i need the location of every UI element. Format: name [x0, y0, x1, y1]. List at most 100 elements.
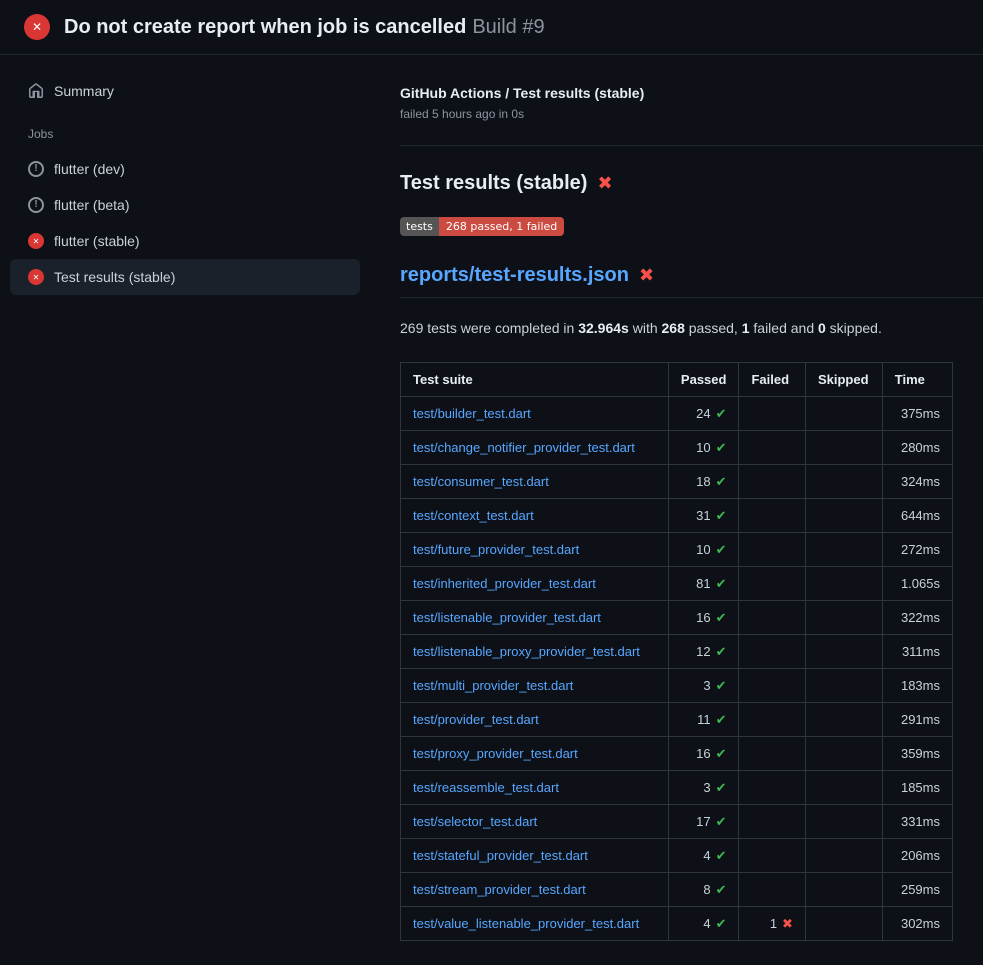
passed-cell: 31 ✔ [668, 499, 739, 533]
passed-count: 10 [696, 440, 710, 455]
passed-check-icon: ✔ [716, 848, 727, 863]
suite-link[interactable]: test/listenable_provider_test.dart [413, 610, 601, 625]
passed-count: 24 [696, 406, 710, 421]
section-title: Test results (stable) [400, 172, 587, 195]
suite-link[interactable]: test/stream_provider_test.dart [413, 882, 586, 897]
skipped-cell [805, 465, 882, 499]
passed-check-icon: ✔ [716, 882, 727, 897]
alert-circle-icon: ! [28, 161, 44, 177]
table-row: test/change_notifier_provider_test.dart … [401, 431, 953, 465]
table-row: test/context_test.dart 31✔ 644ms [401, 499, 953, 533]
time-cell: 259ms [882, 873, 952, 907]
suite-link[interactable]: test/listenable_proxy_provider_test.dart [413, 644, 640, 659]
sidebar-item-summary[interactable]: Summary [10, 73, 360, 109]
main-panel: GitHub Actions / Test results (stable) f… [370, 55, 983, 965]
skipped-cell [805, 397, 882, 431]
summary-duration: 32.964s [578, 320, 629, 336]
time-cell: 324ms [882, 465, 952, 499]
table-row: test/future_provider_test.dart 10✔ 272ms [401, 533, 953, 567]
suite-link[interactable]: test/reassemble_test.dart [413, 780, 559, 795]
failed-cell [739, 465, 805, 499]
passed-check-icon: ✔ [716, 916, 727, 931]
table-row: test/listenable_provider_test.dart 16✔ 3… [401, 601, 953, 635]
passed-count: 4 [703, 848, 710, 863]
passed-cell: 12✔ [668, 635, 739, 669]
skipped-cell [805, 907, 882, 941]
suite-link[interactable]: test/inherited_provider_test.dart [413, 576, 596, 591]
suite-link[interactable]: test/future_provider_test.dart [413, 542, 579, 557]
suite-link[interactable]: test/proxy_provider_test.dart [413, 746, 578, 761]
job-label: flutter (dev) [54, 161, 125, 177]
report-heading-row: reports/test-results.json ✖ [400, 264, 983, 298]
summary-line: 269 tests were completed in 32.964s with… [400, 320, 983, 336]
failed-cell: 1✖ [739, 907, 805, 941]
passed-check-icon: ✔ [716, 576, 727, 591]
time-cell: 359ms [882, 737, 952, 771]
failed-x-icon: ✖ [597, 173, 612, 194]
time-cell: 375ms [882, 397, 952, 431]
sidebar-item-flutter-dev[interactable]: ! flutter (dev) [10, 151, 360, 187]
x-circle-icon: ✕ [28, 269, 44, 285]
passed-count: 31 [696, 508, 710, 523]
failed-cell [739, 397, 805, 431]
suite-link[interactable]: test/stateful_provider_test.dart [413, 848, 588, 863]
time-cell: 1.065s [882, 567, 952, 601]
run-failed-x-circle-icon: ✕ [24, 14, 50, 40]
suite-link[interactable]: test/consumer_test.dart [413, 474, 549, 489]
failed-cell [739, 805, 805, 839]
summary-skipped-count: 0 [818, 320, 826, 336]
skipped-cell [805, 431, 882, 465]
header-failed: Failed [739, 363, 805, 397]
summary-passed-count: 268 [662, 320, 685, 336]
suite-link[interactable]: test/change_notifier_provider_test.dart [413, 440, 635, 455]
failed-cell [739, 601, 805, 635]
table-row: test/proxy_provider_test.dart 16✔ 359ms [401, 737, 953, 771]
passed-check-icon: ✔ [716, 508, 727, 523]
x-circle-icon: ✕ [28, 233, 44, 249]
suite-link[interactable]: test/multi_provider_test.dart [413, 678, 573, 693]
job-label: flutter (beta) [54, 197, 129, 213]
passed-check-icon: ✔ [716, 644, 727, 659]
skipped-cell [805, 499, 882, 533]
summary-failed-count: 1 [742, 320, 750, 336]
passed-cell: 81✔ [668, 567, 739, 601]
passed-cell: 4✔ [668, 839, 739, 873]
passed-check-icon: ✔ [716, 814, 727, 829]
header-test-suite: Test suite [401, 363, 669, 397]
passed-cell: 16✔ [668, 601, 739, 635]
skipped-cell [805, 601, 882, 635]
sidebar-item-flutter-stable[interactable]: ✕ flutter (stable) [10, 223, 360, 259]
time-cell: 280ms [882, 431, 952, 465]
time-cell: 302ms [882, 907, 952, 941]
badge-label: tests [400, 217, 439, 236]
failed-cell [739, 499, 805, 533]
suite-link[interactable]: test/value_listenable_provider_test.dart [413, 916, 639, 931]
skipped-cell [805, 533, 882, 567]
header-passed: Passed [668, 363, 739, 397]
time-cell: 331ms [882, 805, 952, 839]
passed-check-icon: ✔ [716, 474, 727, 489]
report-file-link[interactable]: reports/test-results.json [400, 264, 629, 287]
suite-link[interactable]: test/context_test.dart [413, 508, 534, 523]
suite-link[interactable]: test/selector_test.dart [413, 814, 537, 829]
passed-check-icon: ✔ [716, 440, 727, 455]
divider [400, 145, 983, 146]
skipped-cell [805, 703, 882, 737]
failed-cell [739, 873, 805, 907]
sidebar-item-test-results-stable[interactable]: ✕ Test results (stable) [10, 259, 360, 295]
failed-cell [739, 431, 805, 465]
table-row: test/inherited_provider_test.dart 81✔ 1.… [401, 567, 953, 601]
badge-value: 268 passed, 1 failed [439, 217, 564, 236]
table-row: test/provider_test.dart 11✔ 291ms [401, 703, 953, 737]
passed-count: 17 [696, 814, 710, 829]
sidebar-item-flutter-beta[interactable]: ! flutter (beta) [10, 187, 360, 223]
passed-cell: 10 ✔ [668, 431, 739, 465]
suite-link[interactable]: test/builder_test.dart [413, 406, 531, 421]
failed-cell [739, 567, 805, 601]
suite-link[interactable]: test/provider_test.dart [413, 712, 539, 727]
passed-cell: 3✔ [668, 669, 739, 703]
skipped-cell [805, 567, 882, 601]
passed-count: 10 [696, 542, 710, 557]
skipped-cell [805, 737, 882, 771]
passed-check-icon: ✔ [716, 542, 727, 557]
